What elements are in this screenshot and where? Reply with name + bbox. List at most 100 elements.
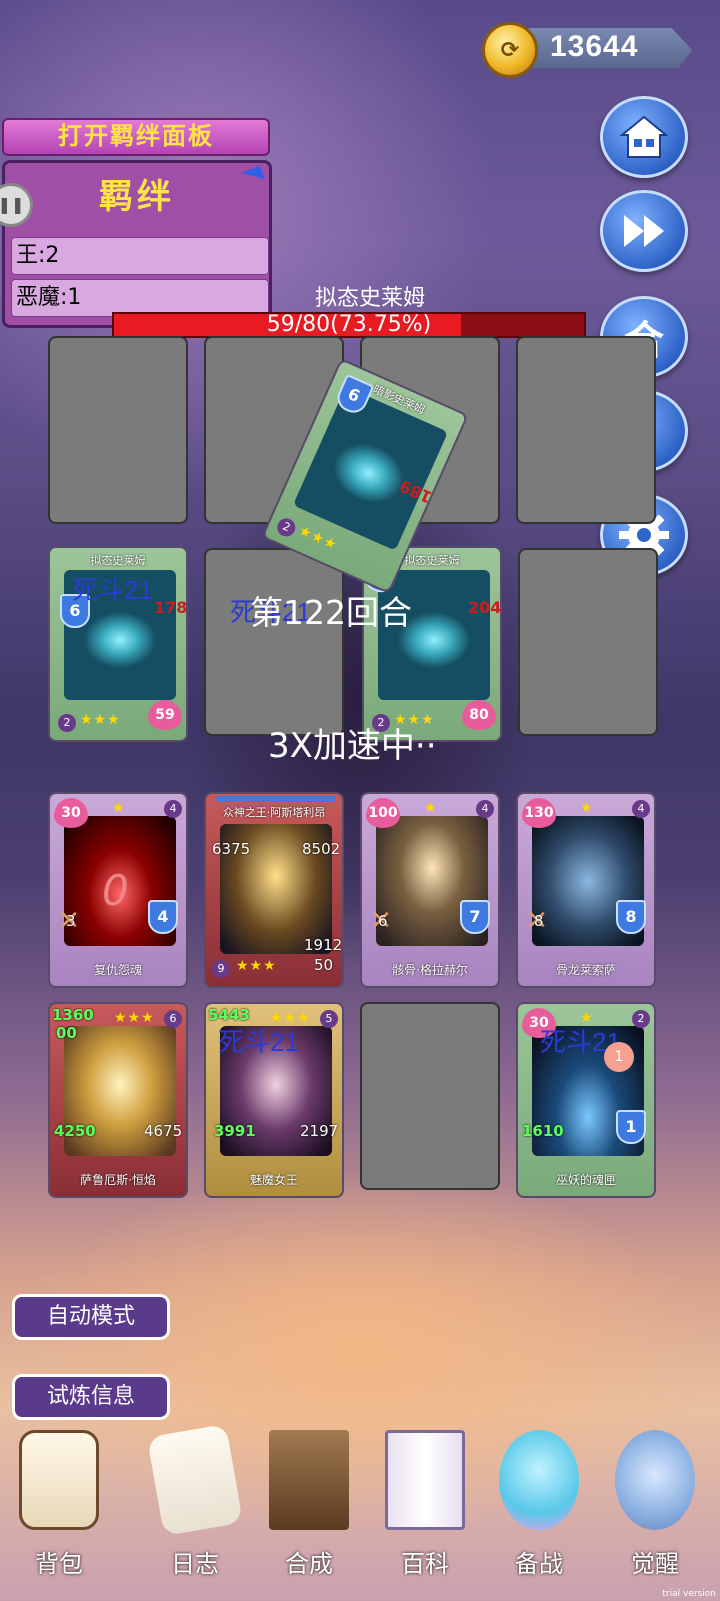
nav-label: 背包 bbox=[35, 1550, 83, 1578]
enemy-card[interactable]: 拟态史莱姆 6 178 ★★★ 2 59 死斗21 bbox=[48, 546, 188, 742]
card-name: 骨龙莱索萨 bbox=[555, 963, 616, 977]
player-card[interactable]: 130 ★ 4 ✕ 8 8 骨龙莱索萨 bbox=[516, 792, 656, 988]
hp-value: 1360 bbox=[52, 1006, 94, 1024]
card-name: 巫妖的魂匣 bbox=[555, 1173, 616, 1187]
bond-panel: ❚❚ 羁绊 王:2 恶魔:1 bbox=[0, 160, 272, 328]
hp-heart-icon: 80 bbox=[462, 700, 496, 730]
nav-prepare[interactable]: 备战 bbox=[484, 1430, 594, 1590]
level-badge: 2 bbox=[58, 714, 76, 732]
nav-label: 百科 bbox=[401, 1550, 449, 1578]
coin-counter: ⟳ 13644 bbox=[482, 22, 697, 78]
enemy-slot[interactable] bbox=[204, 548, 344, 736]
card-name: 骸骨·格拉赫尔 bbox=[392, 963, 468, 977]
fast-forward-icon bbox=[624, 215, 664, 247]
progress-bar bbox=[216, 796, 336, 802]
nav-encyclopedia[interactable]: 百科 bbox=[370, 1430, 480, 1590]
fast-forward-button[interactable] bbox=[600, 190, 688, 272]
level-badge: 2 bbox=[632, 1010, 650, 1028]
card-name: 众神之王·阿斯塔利昂 bbox=[222, 806, 326, 819]
hp-value: 00 bbox=[56, 1024, 77, 1042]
backpack-icon bbox=[19, 1430, 99, 1530]
card-name: 拟态史莱姆 bbox=[90, 554, 146, 567]
coin-icon: ⟳ bbox=[482, 22, 538, 78]
player-card[interactable]: 众神之王·阿斯塔利昂 6375 8502 1912 50 9 ★★★ bbox=[204, 792, 344, 988]
mushroom-icon bbox=[499, 1430, 579, 1530]
flower-badge-icon: 1 bbox=[604, 1042, 634, 1072]
speed-indicator: 3X加速中·· bbox=[268, 726, 437, 766]
level-badge: 5 bbox=[320, 1010, 338, 1028]
attack-value: 1610 bbox=[522, 1122, 564, 1140]
nav-label: 备战 bbox=[515, 1550, 563, 1578]
attack-value: 3991 bbox=[214, 1122, 256, 1140]
card-name: 魅魔女王 bbox=[249, 1173, 298, 1187]
nav-log[interactable]: 日志 bbox=[140, 1423, 250, 1590]
coin-value: 13644 bbox=[550, 30, 639, 63]
home-icon bbox=[620, 115, 668, 158]
crystal-ball-icon bbox=[615, 1430, 695, 1530]
level-badge: 9 bbox=[212, 960, 230, 978]
death-duel-label: 死斗21 bbox=[72, 575, 153, 605]
enemy-slot[interactable] bbox=[48, 336, 188, 524]
nav-label: 日志 bbox=[171, 1550, 219, 1578]
auto-mode-button[interactable]: 自动模式 bbox=[12, 1294, 170, 1340]
death-duel-label: 死斗21 bbox=[218, 1027, 299, 1057]
nav-label: 合成 bbox=[285, 1550, 333, 1578]
journal-icon bbox=[146, 1423, 244, 1537]
star-rating: ★ bbox=[580, 800, 594, 816]
player-slot[interactable] bbox=[360, 1002, 500, 1190]
center-counter: 0 bbox=[102, 866, 129, 915]
star-rating: ★★★ bbox=[296, 522, 340, 554]
enemy-slot[interactable] bbox=[516, 336, 656, 524]
defense-shield-icon: 8 bbox=[616, 900, 646, 934]
card-name: 萨鲁厄斯·恒焰 bbox=[80, 1173, 156, 1187]
player-card[interactable]: 1360 00 ★★★ 6 4250 4675 萨鲁厄斯·恒焰 bbox=[48, 1002, 188, 1198]
player-card[interactable]: 30 ★ 4 0 ✕ 3 4 复仇怨魂 bbox=[48, 792, 188, 988]
book-icon bbox=[385, 1430, 465, 1530]
level-badge: 2 bbox=[274, 515, 299, 540]
stat-value: 8502 bbox=[302, 840, 341, 858]
player-card[interactable]: 100 ★ 4 ✕ 6 7 骸骨·格拉赫尔 bbox=[360, 792, 500, 988]
workbench-icon bbox=[269, 1430, 349, 1530]
level-badge: 4 bbox=[632, 800, 650, 818]
nav-craft[interactable]: 合成 bbox=[254, 1430, 364, 1590]
hp-heart-icon: 30 bbox=[54, 798, 88, 828]
nav-backpack[interactable]: 背包 bbox=[4, 1430, 114, 1590]
stat-value: 1912 bbox=[304, 936, 343, 954]
enemy-slot[interactable] bbox=[518, 548, 658, 736]
player-card[interactable]: 30 ★ 2 死斗21 1 1610 1 巫妖的魂匣 bbox=[516, 1002, 656, 1198]
hp-heart-icon: 59 bbox=[148, 700, 182, 730]
trial-info-button[interactable]: 试炼信息 bbox=[12, 1374, 170, 1420]
stat-value: 6375 bbox=[212, 840, 251, 858]
bond-row: 王:2 bbox=[11, 237, 269, 275]
player-card[interactable]: 5443 ★★★ 5 死斗21 3991 2197 魅魔女王 bbox=[204, 1002, 344, 1198]
level-badge: 4 bbox=[164, 800, 182, 818]
defense-shield-icon: 4 bbox=[148, 900, 178, 934]
star-rating: ★ bbox=[424, 800, 438, 816]
star-rating: ★ bbox=[112, 800, 126, 816]
card-name: 复仇怨魂 bbox=[93, 963, 142, 977]
nav-awaken[interactable]: 觉醒 bbox=[600, 1430, 710, 1590]
attack-value: 178 bbox=[154, 598, 188, 617]
star-rating: ★★★ bbox=[114, 1010, 155, 1026]
trial-version-label: trial version bbox=[662, 1589, 716, 1599]
nav-label: 觉醒 bbox=[631, 1550, 679, 1578]
round-counter: 第122回合 bbox=[250, 593, 412, 632]
attack-value: 6 bbox=[378, 912, 388, 930]
defense-shield-icon: 7 bbox=[460, 900, 490, 934]
hp-heart-icon: 130 bbox=[522, 798, 556, 828]
level-badge: 4 bbox=[476, 800, 494, 818]
defense-shield-icon: 1 bbox=[616, 1110, 646, 1144]
hp-heart-icon: 100 bbox=[366, 798, 400, 828]
attack-value: 4250 bbox=[54, 1122, 96, 1140]
enemy-hp-bar: 59/80(73.75%) bbox=[112, 312, 586, 338]
attack-value: 8 bbox=[534, 912, 544, 930]
enemy-hp-text: 59/80(73.75%) bbox=[266, 312, 432, 337]
home-button[interactable] bbox=[600, 96, 688, 178]
open-bond-panel-button[interactable]: 打开羁绊面板 bbox=[2, 118, 270, 156]
enemy-name: 拟态史莱姆 bbox=[314, 286, 425, 311]
bond-title: 羁绊 bbox=[99, 177, 175, 217]
defense-value: 4675 bbox=[144, 1122, 183, 1140]
defense-value: 2197 bbox=[300, 1122, 339, 1140]
stat-value: 50 bbox=[314, 956, 334, 974]
attack-value: 3 bbox=[66, 912, 76, 930]
